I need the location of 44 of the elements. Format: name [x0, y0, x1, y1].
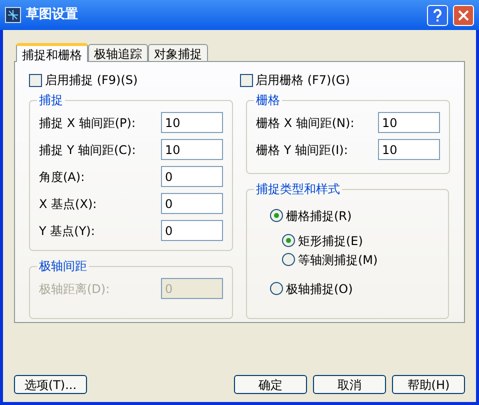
radio-button[interactable]	[270, 282, 283, 295]
dialog-button[interactable]: 帮助(H)	[392, 375, 465, 394]
field-label: 捕捉 X 轴间距(P):	[39, 114, 136, 132]
input-field[interactable]: 10	[161, 112, 223, 133]
input-field[interactable]: 0	[161, 166, 223, 187]
input-field[interactable]: 10	[161, 139, 223, 160]
tab[interactable]: 对象捕捉	[148, 44, 208, 61]
field-label: 角度(A):	[39, 168, 86, 186]
field-label: 栅格 X 轴间距(N):	[256, 114, 356, 132]
question-mark-icon	[433, 8, 442, 22]
input-field[interactable]: 10	[378, 112, 440, 133]
close-icon	[458, 10, 469, 20]
tab[interactable]: 极轴追踪	[88, 44, 148, 61]
input-field[interactable]: 0	[161, 220, 223, 241]
window-title: 草图设置	[26, 6, 78, 24]
close-button[interactable]	[453, 4, 474, 26]
radio-button[interactable]	[282, 253, 295, 266]
group-title: 极轴间距	[38, 258, 88, 275]
app-icon	[5, 7, 21, 23]
field-label: 栅格 Y 轴间距(I):	[256, 142, 349, 158]
radio-label: 极轴捕捉(O)	[286, 280, 353, 298]
input-field[interactable]: 10	[378, 139, 440, 160]
input-field[interactable]: 0	[161, 193, 223, 214]
field-label: Y 基点(Y):	[39, 222, 96, 240]
radio-label: 栅格捕捉(R)	[286, 208, 352, 224]
radio-label: 矩形捕捉(E)	[298, 232, 363, 250]
checkbox-label: 启用栅格 (F7)(G)	[256, 72, 350, 89]
group-title: 栅格	[255, 92, 281, 109]
radio-button[interactable]	[270, 209, 283, 222]
tab[interactable]: 捕捉和栅格	[16, 43, 88, 62]
help-button[interactable]	[427, 4, 448, 26]
group-title: 捕捉	[38, 92, 64, 109]
field-label: X 基点(X):	[39, 196, 98, 212]
radio-label: 等轴测捕捉(M)	[298, 252, 378, 268]
dialog-button[interactable]: 确定	[234, 375, 307, 394]
field-label: 捕捉 Y 轴间距(C):	[39, 142, 137, 158]
options-button[interactable]: 选项(T)...	[14, 375, 87, 394]
checkbox-label: 启用捕捉 (F9)(S)	[45, 72, 138, 89]
group-title: 捕捉类型和样式	[255, 181, 341, 198]
field-label: 极轴距离(D):	[39, 280, 111, 298]
checkbox[interactable]	[240, 74, 252, 86]
dialog-button[interactable]: 取消	[313, 375, 386, 394]
radio-button[interactable]	[282, 234, 295, 247]
checkbox[interactable]	[29, 74, 42, 86]
